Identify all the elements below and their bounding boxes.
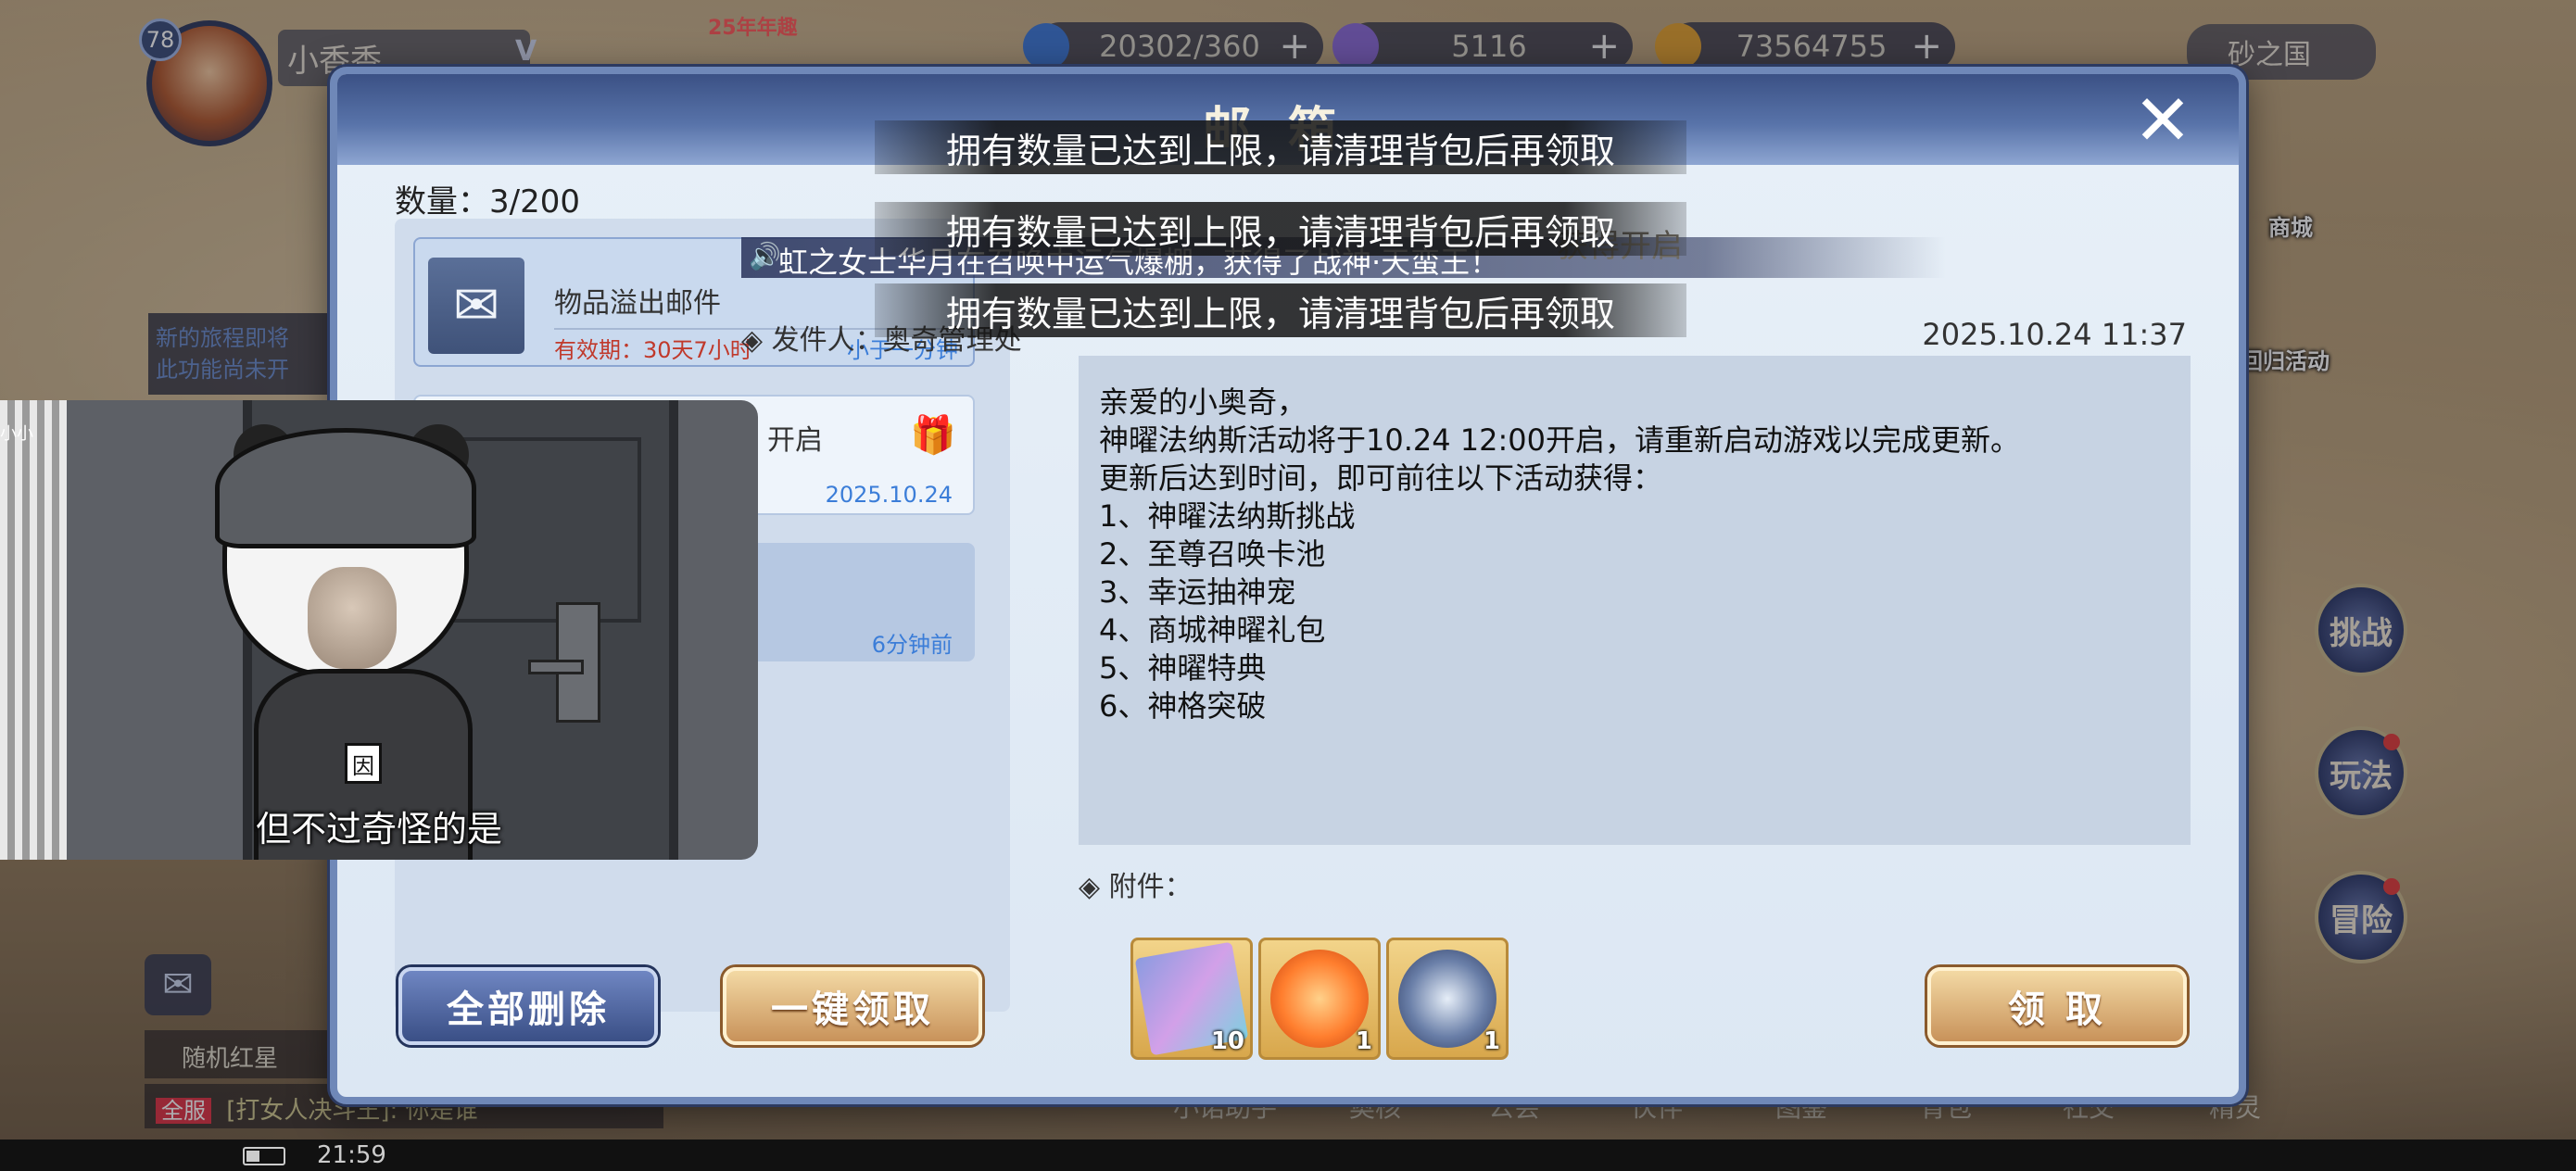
body-line: 亲爱的小奥奇， — [1099, 384, 1307, 420]
attachment-slot[interactable]: 10 — [1130, 938, 1253, 1060]
body-line: 6、神格突破 — [1099, 688, 1267, 724]
body-line: 5、神曜特典 — [1099, 650, 1267, 686]
video-overlay[interactable]: 因 小小 但不过奇怪的是 — [0, 400, 758, 860]
mail-count: 数量：3/200 — [395, 183, 580, 220]
attachment-qty: 10 — [1210, 1027, 1244, 1055]
close-button[interactable]: ✕ — [2128, 85, 2198, 156]
mail-envelope-icon: ✉ — [428, 258, 524, 354]
attachment-slot[interactable]: 1 — [1386, 938, 1509, 1060]
cartoon-face — [308, 567, 397, 669]
body-line: 3、幸运抽神宠 — [1099, 574, 1296, 610]
attachment-qty: 1 — [1355, 1027, 1372, 1055]
sword-badge-icon — [1398, 950, 1496, 1048]
cartoon-hair — [215, 428, 476, 548]
video-subtitle: 但不过奇怪的是 — [255, 809, 502, 850]
body-line: 4、商城神曜礼包 — [1099, 612, 1326, 648]
status-clock: 21:59 — [317, 1141, 386, 1169]
body-line: 2、至尊召唤卡池 — [1099, 536, 1326, 572]
speaker-icon: 🔊 — [749, 241, 781, 271]
expiry-value: 30天7小时 — [643, 337, 752, 363]
body-line: 更新后达到时间，即可前往以下活动获得： — [1099, 460, 1663, 496]
claim-button[interactable]: 领 取 — [1927, 967, 2187, 1045]
toast-message: 拥有数量已达到上限，请清理背包后再领取 — [875, 202, 1686, 256]
system-status-bar — [0, 1140, 2576, 1171]
door-handle-arm — [528, 660, 584, 674]
cartoon-badge: 因 — [345, 743, 382, 784]
mail-item-expiry: 有效期：30天7小时 — [554, 332, 752, 364]
gift-icon: 🎁 — [910, 414, 956, 457]
expiry-label: 有效期： — [554, 337, 643, 363]
body-line: 1、神曜法纳斯挑战 — [1099, 498, 1356, 534]
mail-date: 2025.10.24 11:37 — [1922, 317, 2187, 352]
attachment-qty: 1 — [1483, 1027, 1500, 1055]
curtain-graphic — [0, 400, 67, 860]
toast-message: 拥有数量已达到上限，请清理背包后再领取 — [875, 283, 1686, 337]
attachments-row: 10 1 1 — [1130, 938, 1509, 1060]
mail-item-date: 2025.10.24 — [825, 482, 953, 508]
delete-all-button[interactable]: 全部删除 — [398, 967, 658, 1045]
battery-icon — [243, 1147, 285, 1165]
toast-message: 拥有数量已达到上限，请清理背包后再领取 — [875, 120, 1686, 174]
mail-body: 亲爱的小奥奇， 神曜法纳斯活动将于10.24 12:00开启，请重新启动游戏以完… — [1079, 356, 2191, 845]
attachment-slot[interactable]: 1 — [1258, 938, 1381, 1060]
body-line: 神曜法纳斯活动将于10.24 12:00开启，请重新启动游戏以完成更新。 — [1099, 422, 2021, 458]
mail-item-time: 6分钟前 — [871, 632, 953, 658]
attachments-label: ◈ 附件： — [1079, 871, 1193, 903]
mail-item-title: 物品溢出邮件 — [554, 287, 721, 320]
mail-item-title: 开启 — [767, 424, 823, 457]
video-corner-mark: 小小 — [0, 424, 33, 444]
claim-all-button[interactable]: 一键领取 — [723, 967, 982, 1045]
fire-pet-icon — [1270, 950, 1369, 1048]
